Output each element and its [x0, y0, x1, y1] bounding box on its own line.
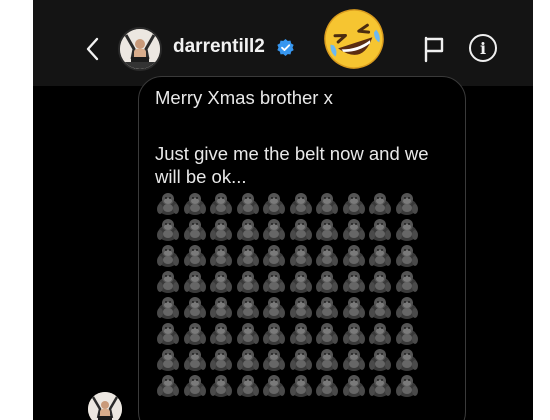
message-greeting: Merry Xmas brother x	[155, 87, 333, 108]
gorilla-icon	[314, 268, 340, 294]
gorilla-icon	[235, 216, 261, 242]
gorilla-icon	[182, 242, 208, 268]
gorilla-icon	[288, 346, 314, 372]
gorilla-icon	[208, 190, 234, 216]
gorilla-icon	[261, 190, 287, 216]
gorilla-icon	[182, 346, 208, 372]
gorilla-icon	[288, 216, 314, 242]
gorilla-icon	[394, 346, 420, 372]
gorilla-icon	[155, 372, 181, 398]
verified-badge-icon	[277, 38, 294, 57]
gorilla-icon	[394, 242, 420, 268]
gorilla-icon	[235, 372, 261, 398]
gorilla-icon	[314, 346, 340, 372]
gorilla-icon	[314, 216, 340, 242]
gorilla-icon	[235, 268, 261, 294]
gorilla-icon	[261, 242, 287, 268]
gorilla-icon	[261, 372, 287, 398]
gorilla-icon	[367, 268, 393, 294]
info-icon-glyph: i	[479, 38, 487, 58]
gorilla-icon	[341, 268, 367, 294]
back-button[interactable]	[81, 36, 103, 62]
gorilla-icon	[182, 372, 208, 398]
gorilla-icon	[155, 320, 181, 346]
gorilla-icon	[394, 372, 420, 398]
gorilla-icon	[314, 320, 340, 346]
gorilla-icon	[394, 190, 420, 216]
gorilla-icon	[261, 320, 287, 346]
gorilla-icon	[155, 190, 181, 216]
gorilla-icon	[341, 320, 367, 346]
gorilla-icon	[394, 294, 420, 320]
chevron-left-icon	[86, 37, 99, 61]
gorilla-icon	[367, 216, 393, 242]
gorilla-icon	[208, 242, 234, 268]
gorilla-icon	[235, 242, 261, 268]
gorilla-icon	[208, 346, 234, 372]
gorilla-icon	[208, 268, 234, 294]
gorilla-icon	[314, 294, 340, 320]
gorilla-icon	[155, 216, 181, 242]
gorilla-icon	[288, 294, 314, 320]
gorilla-icon	[208, 216, 234, 242]
gorilla-icon	[341, 190, 367, 216]
gorilla-icon	[235, 190, 261, 216]
gorilla-icon	[314, 190, 340, 216]
message-body: Just give me the belt now and we will be…	[155, 143, 429, 187]
gorilla-icon	[235, 346, 261, 372]
gorilla-icon	[155, 242, 181, 268]
gorilla-icon	[182, 216, 208, 242]
gorilla-icon	[314, 242, 340, 268]
gorilla-icon	[208, 372, 234, 398]
chat-screen: darrentill2 i Merry Xmas brother x Just …	[33, 0, 533, 420]
gorilla-icon	[394, 320, 420, 346]
gorilla-icon	[367, 372, 393, 398]
avatar[interactable]	[118, 27, 162, 71]
gorilla-icon	[261, 268, 287, 294]
sender-avatar	[88, 392, 122, 420]
gorilla-icon	[314, 372, 340, 398]
gorilla-icon	[235, 320, 261, 346]
sender-avatar-image	[88, 392, 122, 420]
gorilla-icon	[341, 242, 367, 268]
gorilla-icon	[341, 216, 367, 242]
gorilla-icon	[208, 320, 234, 346]
gorilla-icon	[341, 372, 367, 398]
gorilla-icon	[288, 320, 314, 346]
gorilla-icon	[182, 190, 208, 216]
gorilla-icon	[367, 190, 393, 216]
gorilla-icon	[367, 346, 393, 372]
rolling-on-floor-laughing-emoji	[324, 9, 384, 69]
gorilla-icon	[208, 294, 234, 320]
gorilla-icon	[182, 320, 208, 346]
flag-icon[interactable]	[422, 35, 446, 63]
gorilla-icon	[261, 346, 287, 372]
gorilla-icon	[394, 268, 420, 294]
gorilla-icon	[367, 294, 393, 320]
gorilla-icon	[288, 268, 314, 294]
gorilla-icon	[288, 372, 314, 398]
gorilla-icon	[261, 216, 287, 242]
gorilla-icon	[155, 346, 181, 372]
gorilla-icon	[261, 294, 287, 320]
gorilla-icon	[182, 294, 208, 320]
gorilla-icon	[367, 242, 393, 268]
gorilla-icon	[155, 268, 181, 294]
gorilla-icon	[367, 320, 393, 346]
gorilla-icon	[235, 294, 261, 320]
gorilla-icon	[394, 216, 420, 242]
gorilla-icon	[341, 346, 367, 372]
gorilla-icon	[182, 268, 208, 294]
gorilla-icon	[341, 294, 367, 320]
chat-username[interactable]: darrentill2	[173, 36, 265, 58]
fighter-avatar-image	[120, 29, 160, 69]
gorilla-icon	[155, 294, 181, 320]
info-icon[interactable]: i	[469, 34, 497, 62]
gorilla-emoji-grid	[155, 190, 435, 398]
gorilla-icon	[288, 242, 314, 268]
gorilla-icon	[288, 190, 314, 216]
